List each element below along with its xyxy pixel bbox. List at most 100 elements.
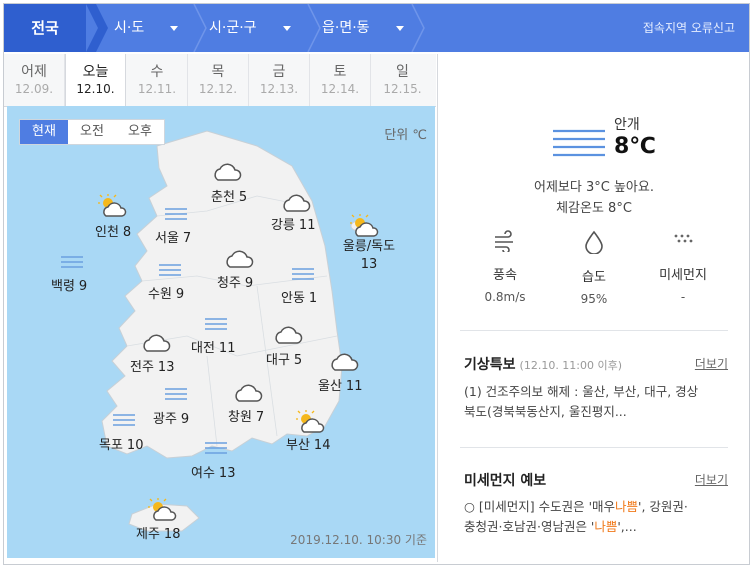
fog-icon xyxy=(59,254,85,274)
city-name: 창원 xyxy=(228,410,252,425)
dust-line: ○ [미세먼지] 수도권은 '매우나쁨', 강원권· xyxy=(464,497,726,517)
time-toggle: 현재 오전 오후 xyxy=(19,119,165,145)
city-busan[interactable]: 부산 14 xyxy=(286,434,330,453)
city-gwangju[interactable]: 광주 9 xyxy=(153,408,189,427)
stat-label: 미세먼지 xyxy=(659,268,707,283)
section-divider xyxy=(460,447,728,448)
nav-sido-dropdown[interactable]: 시·도 xyxy=(114,4,184,52)
day-tab-label: 금 xyxy=(272,64,286,80)
humidity-stat: 습도 95% xyxy=(549,230,639,306)
day-tab-date: 12.15. xyxy=(383,82,422,96)
city-changwon[interactable]: 창원 7 xyxy=(228,406,264,425)
chevron-down-icon xyxy=(395,25,404,31)
city-name: 인천 xyxy=(95,225,119,240)
city-temp: 7 xyxy=(255,410,265,425)
city-name: 제주 xyxy=(136,527,160,542)
stat-label: 풍속 xyxy=(493,268,517,283)
day-tab[interactable]: 토 12.14. xyxy=(310,54,371,106)
city-chuncheon[interactable]: 춘천 5 xyxy=(211,186,247,205)
day-tab-selected[interactable]: 오늘 12.10. xyxy=(65,54,126,107)
city-daejeon[interactable]: 대전 11 xyxy=(191,337,235,356)
dust-text: ', 강원권· xyxy=(638,499,688,514)
cloud-icon xyxy=(212,161,242,187)
stat-label: 습도 xyxy=(582,270,606,285)
city-temp: 13 xyxy=(218,466,236,481)
warning-more-link[interactable]: 더보기 xyxy=(695,355,728,372)
day-tab-date: 12.11. xyxy=(137,82,177,96)
city-temp: 9 xyxy=(175,287,185,302)
day-tab-date: 12.12. xyxy=(198,82,238,96)
fog-icon xyxy=(111,412,137,432)
weather-map: 현재 오전 오후 단위 ℃ 2019.12.10. 10:30 기준 춘천 5 인… xyxy=(7,106,435,558)
city-name: 여수 xyxy=(191,466,215,481)
nav-sido-label: 시·도 xyxy=(114,20,145,36)
warning-time: (12.10. 11:00 이후) xyxy=(519,359,623,372)
dust-text: 충청권·호남권·영남권은 ' xyxy=(464,519,595,534)
temperature-diff: 어제보다 3°C 높아요. xyxy=(534,180,654,195)
section-title-text: 기상특보 xyxy=(464,357,516,373)
city-cheongju[interactable]: 청주 9 xyxy=(217,272,253,291)
city-baengnyeong[interactable]: 백령 9 xyxy=(51,275,87,294)
current-temperature: 8℃ xyxy=(614,134,656,159)
city-jeju[interactable]: 제주 18 xyxy=(136,523,180,542)
dust-more-link[interactable]: 더보기 xyxy=(695,471,728,488)
dust-forecast-title: 미세먼지 예보 xyxy=(464,473,547,489)
city-name: 광주 xyxy=(153,412,177,427)
city-daegu[interactable]: 대구 5 xyxy=(266,349,302,368)
dust-forecast-text: ○ [미세먼지] 수도권은 '매우나쁨', 강원권· 충청권·호남권·영남권은 … xyxy=(464,497,726,537)
city-yeosu[interactable]: 여수 13 xyxy=(191,462,235,481)
feels-like: 체감온도 8°C xyxy=(556,201,632,216)
day-tab-label: 어제 xyxy=(21,64,47,80)
city-temp: 11 xyxy=(298,218,316,233)
nav-sigungu-dropdown[interactable]: 시·군·구 xyxy=(209,4,299,52)
observation-time: 2019.12.10. 10:30 기준 xyxy=(290,533,427,547)
nav-eupmyeondong-label: 읍·면·동 xyxy=(322,20,370,36)
day-tab[interactable]: 수 12.11. xyxy=(127,54,188,106)
city-incheon[interactable]: 인천 8 xyxy=(95,221,131,240)
sun-cloud-icon xyxy=(147,498,179,526)
city-name: 춘천 xyxy=(211,190,235,205)
time-button-pm[interactable]: 오후 xyxy=(116,120,164,144)
current-condition: 안개 xyxy=(614,117,640,133)
day-tab-date: 12.14. xyxy=(320,82,360,96)
cloud-icon xyxy=(273,324,303,350)
city-andong[interactable]: 안동 1 xyxy=(281,287,317,306)
city-name: 대전 xyxy=(191,341,215,356)
time-button-am[interactable]: 오전 xyxy=(68,120,116,144)
city-gangneung[interactable]: 강릉 11 xyxy=(271,214,315,233)
report-location-error-link[interactable]: 접속지역 오류신고 xyxy=(643,4,735,52)
dust-icon xyxy=(674,234,693,243)
city-mokpo[interactable]: 목포 10 xyxy=(99,434,143,453)
nav-eupmyeondong-dropdown[interactable]: 읍·면·동 xyxy=(322,4,412,52)
day-tab-label: 오늘 xyxy=(82,64,109,80)
city-ulsan[interactable]: 울산 11 xyxy=(318,375,362,394)
time-button-now[interactable]: 현재 xyxy=(20,120,68,144)
city-temp: 5 xyxy=(238,190,248,205)
dust-text: ○ [미세먼지] 수도권은 '매우 xyxy=(464,499,616,514)
wind-speed-stat: 풍속 0.8m/s xyxy=(460,230,550,304)
sun-cloud-icon xyxy=(97,194,129,222)
cloud-icon xyxy=(329,351,359,377)
day-tab-label: 목 xyxy=(211,64,225,80)
day-tabs: 어제 12.09. 오늘 12.10. 수 12.11. 목 12.12. 금 12.13… xyxy=(4,54,436,107)
city-temp: 11 xyxy=(345,379,363,394)
day-tab[interactable]: 금 12.13. xyxy=(249,54,310,106)
city-name: 부산 xyxy=(286,438,310,453)
cloud-icon xyxy=(224,248,254,274)
city-ulleung-dokdo[interactable]: 울릉/독도 13 xyxy=(334,238,404,274)
fine-dust-stat: 미세먼지 - xyxy=(638,230,728,304)
day-tab[interactable]: 목 12.12. xyxy=(188,54,249,106)
nav-national-tab[interactable]: 전국 xyxy=(4,4,86,52)
temp-unit-label: 단위 ℃ xyxy=(384,128,427,143)
day-tab-label: 일 xyxy=(396,64,409,80)
city-seoul[interactable]: 서울 7 xyxy=(155,227,191,246)
city-temp: 18 xyxy=(163,527,181,542)
day-tab[interactable]: 일 12.15. xyxy=(372,54,433,106)
dust-level-bad: 나쁨 xyxy=(615,499,639,514)
section-divider xyxy=(460,330,728,331)
city-name: 울릉/독도 xyxy=(342,239,396,254)
fog-icon xyxy=(163,206,189,226)
city-suwon[interactable]: 수원 9 xyxy=(148,283,184,302)
day-tab[interactable]: 어제 12.09. xyxy=(4,54,65,106)
city-jeonju[interactable]: 전주 13 xyxy=(130,356,174,375)
